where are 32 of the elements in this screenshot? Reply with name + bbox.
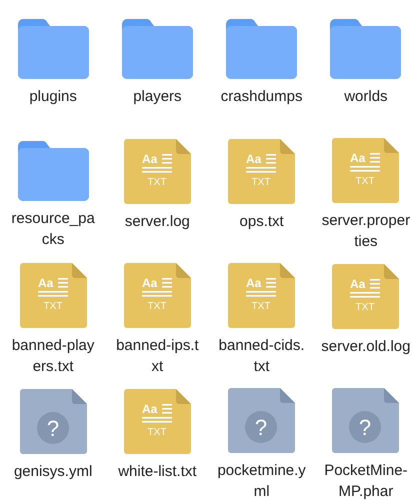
- text-file-icon[interactable]: Aa TXT: [332, 264, 400, 329]
- folder-icon[interactable]: [330, 19, 402, 79]
- unknown-file-icon[interactable]: ?: [332, 388, 400, 453]
- text-file-icon[interactable]: Aa TXT: [20, 263, 87, 328]
- text-file-icon[interactable]: Aa TXT: [228, 139, 296, 204]
- text-file-icon[interactable]: Aa TXT: [332, 138, 400, 203]
- file-name: crashdumps: [220, 87, 304, 107]
- file-name: banned-ips.txt: [115, 336, 200, 377]
- unknown-file-icon[interactable]: ?: [228, 388, 296, 453]
- file-name: plugins: [28, 87, 78, 107]
- file-name: banned-cids.txt: [218, 336, 306, 377]
- folder-icon[interactable]: [18, 19, 89, 79]
- file-name: PocketMine-MP.phar: [323, 461, 409, 500]
- folder-icon[interactable]: [122, 19, 193, 79]
- file-name: white-list.txt: [117, 462, 198, 482]
- file-name: server.old.log: [320, 337, 411, 357]
- text-file-icon[interactable]: Aa TXT: [124, 389, 191, 454]
- file-name: server.log: [124, 212, 191, 232]
- text-file-icon[interactable]: Aa TXT: [124, 263, 191, 328]
- file-name: worlds: [343, 87, 389, 107]
- file-name: server.properties: [320, 211, 411, 252]
- file-name: pocketmine.yml: [216, 461, 307, 500]
- folder-icon[interactable]: [18, 141, 89, 201]
- folder-icon[interactable]: [226, 19, 298, 79]
- text-file-icon[interactable]: Aa TXT: [228, 263, 296, 328]
- file-name: banned-players.txt: [10, 336, 96, 377]
- file-name: resource_packs: [10, 209, 96, 250]
- unknown-file-icon[interactable]: ?: [20, 389, 87, 454]
- file-name: ops.txt: [238, 212, 285, 232]
- file-name: genisys.yml: [12, 462, 94, 482]
- text-file-icon[interactable]: Aa TXT: [124, 139, 191, 204]
- file-name: players: [132, 87, 183, 107]
